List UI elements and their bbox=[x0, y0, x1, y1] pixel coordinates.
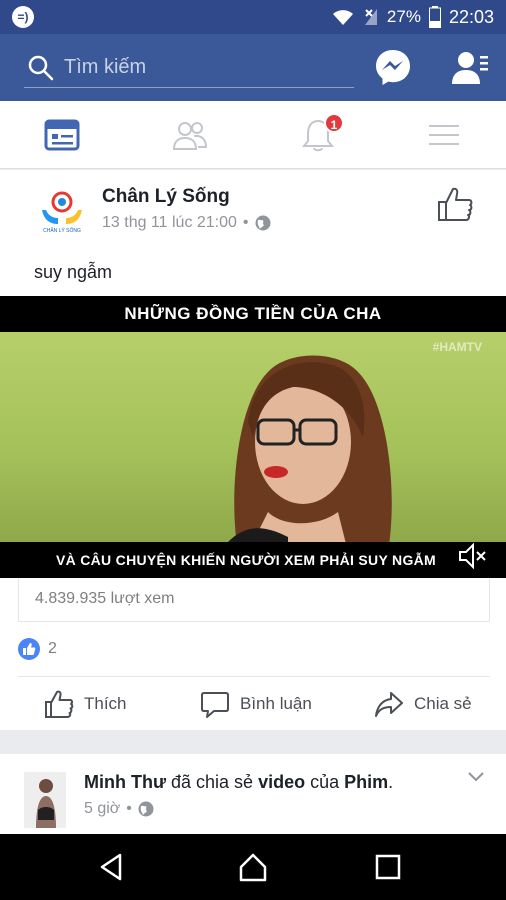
post2-meta: 5 giờ • bbox=[84, 800, 154, 818]
battery-percent: 27% bbox=[386, 7, 421, 26]
wifi-icon bbox=[332, 10, 353, 25]
tab-notifications[interactable]: 1 bbox=[268, 101, 368, 169]
page-avatar-text: CHÂN LÝ SỐNG bbox=[43, 227, 81, 234]
page-name[interactable]: Chân Lý Sống bbox=[102, 186, 230, 208]
video-bottom-caption: VÀ CÂU CHUYỆN KHIẾN NGƯỜI XEM PHẢI SUY N… bbox=[0, 542, 506, 578]
globe-icon bbox=[255, 215, 271, 231]
meta-separator: • bbox=[126, 800, 132, 817]
clock: 22:03 bbox=[448, 6, 494, 27]
like-reaction-icon bbox=[18, 638, 40, 660]
thumbs-up-icon bbox=[45, 690, 74, 718]
search-placeholder: Tìm kiếm bbox=[64, 56, 147, 78]
status-bar: =) 27% 22:03 bbox=[0, 0, 506, 34]
share-button[interactable]: Chia sẻ bbox=[374, 682, 472, 726]
recents-icon[interactable] bbox=[372, 851, 404, 883]
chevron-down-icon[interactable] bbox=[466, 766, 486, 786]
video-player[interactable]: NHỮNG ĐỒNG TIỀN CỦA CHA #HAMTV VÀ CÂU CH… bbox=[0, 296, 506, 578]
tab-bar: 1 bbox=[0, 101, 506, 169]
share-text-2: của bbox=[305, 772, 345, 792]
share-text-1: đã chia sẻ bbox=[166, 772, 259, 792]
reactions-summary[interactable]: 2 bbox=[18, 638, 57, 660]
video-top-caption: NHỮNG ĐỒNG TIỀN CỦA CHA bbox=[0, 296, 506, 332]
post2-time: 5 giờ bbox=[84, 800, 121, 817]
sharer-name[interactable]: Minh Thư bbox=[84, 772, 166, 792]
search-icon bbox=[28, 55, 54, 80]
tab-news-feed[interactable] bbox=[12, 101, 112, 169]
feed-post: CHÂN LÝ SỐNG Chân Lý Sống 13 thg 11 lúc … bbox=[0, 170, 506, 730]
divider bbox=[18, 676, 490, 677]
signal-off-icon bbox=[364, 9, 377, 25]
post-actions: Thích Bình luận Chia sẻ bbox=[0, 682, 506, 726]
share-description: Minh Thư đã chia sẻ video của Phim. bbox=[84, 772, 393, 793]
post-timestamp: 13 thg 11 lúc 21:00 bbox=[102, 214, 237, 231]
profile-menu-icon[interactable] bbox=[450, 48, 490, 88]
comment-label: Bình luận bbox=[240, 694, 312, 713]
share-icon bbox=[375, 692, 403, 717]
view-count: 4.839.935 lượt xem bbox=[35, 590, 175, 607]
post-text: suy ngẫm bbox=[34, 262, 113, 282]
globe-icon bbox=[138, 801, 154, 817]
share-label: Chia sẻ bbox=[414, 694, 472, 713]
share-text-end: . bbox=[388, 772, 394, 792]
search-input[interactable]: Tìm kiếm bbox=[24, 48, 354, 88]
notification-badge: 1 bbox=[324, 113, 344, 133]
user-avatar[interactable] bbox=[24, 772, 66, 828]
meta-separator: • bbox=[242, 214, 249, 231]
like-button[interactable]: Thích bbox=[44, 682, 127, 726]
app-notification-icon: =) bbox=[12, 6, 34, 28]
news-feed-icon bbox=[44, 119, 80, 151]
post-header: CHÂN LÝ SỐNG Chân Lý Sống 13 thg 11 lúc … bbox=[0, 170, 506, 240]
shared-object[interactable]: video bbox=[258, 772, 305, 792]
comment-icon bbox=[201, 692, 229, 718]
system-nav-bar bbox=[0, 834, 506, 900]
back-icon[interactable] bbox=[96, 851, 128, 883]
tab-friends[interactable] bbox=[140, 101, 240, 169]
mute-icon[interactable] bbox=[456, 540, 488, 572]
battery-icon bbox=[428, 6, 441, 28]
like-count: 2 bbox=[48, 640, 57, 657]
shared-target[interactable]: Phim bbox=[344, 772, 388, 792]
home-icon[interactable] bbox=[237, 851, 269, 883]
tab-menu[interactable] bbox=[394, 101, 494, 169]
like-page-icon[interactable] bbox=[436, 186, 474, 222]
like-label: Thích bbox=[84, 694, 127, 713]
comment-button[interactable]: Bình luận bbox=[200, 682, 312, 726]
page-avatar[interactable]: CHÂN LÝ SỐNG bbox=[36, 184, 88, 236]
feed-post-2: Minh Thư đã chia sẻ video của Phim. 5 gi… bbox=[0, 754, 506, 834]
friends-icon bbox=[172, 122, 208, 150]
video-person-image bbox=[223, 355, 392, 552]
messenger-icon[interactable] bbox=[374, 48, 412, 86]
views-box: 4.839.935 lượt xem bbox=[18, 578, 490, 622]
video-watermark: #HAMTV bbox=[432, 340, 482, 354]
video-frame: #HAMTV bbox=[0, 332, 506, 552]
post-meta: 13 thg 11 lúc 21:00 • bbox=[102, 214, 271, 232]
top-bar: Tìm kiếm bbox=[0, 34, 506, 101]
hamburger-icon bbox=[429, 125, 459, 145]
